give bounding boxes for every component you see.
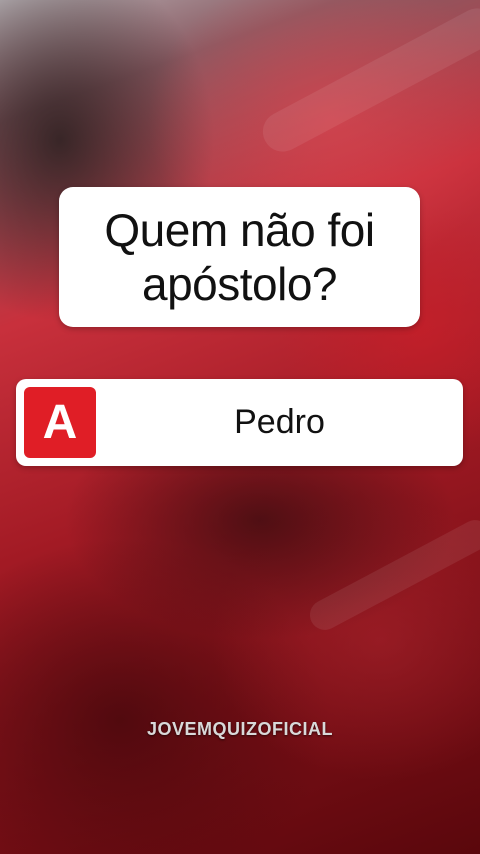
watermark: JOVEMQUIZOFICIAL <box>146 719 333 739</box>
question-card: Quem não foi apóstolo? <box>59 187 420 327</box>
question-text: Quem não foi apóstolo? <box>104 204 375 310</box>
answer-text: Pedro <box>234 403 325 441</box>
answer-letter-badge: A <box>24 387 96 458</box>
answer-option-a[interactable]: A Pedro <box>16 379 463 466</box>
